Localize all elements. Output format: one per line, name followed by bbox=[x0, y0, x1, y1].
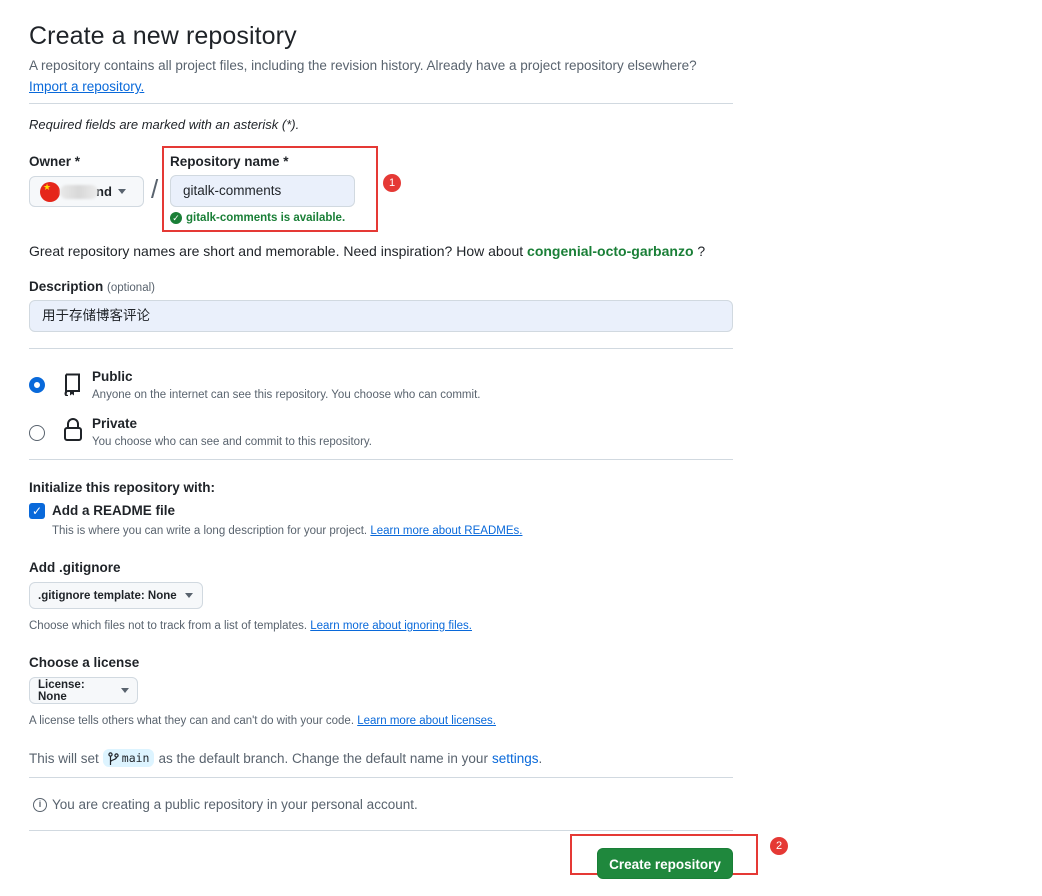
private-desc: You choose who can see and commit to thi… bbox=[92, 436, 372, 448]
license-desc-text: A license tells others what they can and… bbox=[29, 715, 355, 727]
required-fields-note: Required fields are marked with an aster… bbox=[29, 117, 300, 132]
page-title: Create a new repository bbox=[29, 22, 297, 50]
gitignore-title: Add .gitignore bbox=[29, 560, 121, 575]
branch-chip: main bbox=[102, 749, 155, 767]
owner-label: Owner * bbox=[29, 154, 81, 169]
learn-licenses-link[interactable]: Learn more about licenses. bbox=[357, 715, 496, 727]
redacted-owner-name bbox=[60, 184, 98, 199]
hint-prefix: Great repository names are short and mem… bbox=[29, 243, 524, 259]
repo-name-input[interactable]: gitalk-comments bbox=[170, 175, 355, 207]
readme-checkbox[interactable]: ✓ bbox=[29, 503, 45, 519]
divider bbox=[29, 459, 733, 460]
repo-name-label: Repository name * bbox=[170, 154, 289, 169]
optional-tag: (optional) bbox=[107, 282, 155, 294]
divider bbox=[29, 103, 733, 104]
public-title: Public bbox=[92, 369, 133, 384]
caret-down-icon bbox=[121, 688, 129, 693]
branch-middle: as the default branch. Change the defaul… bbox=[158, 750, 488, 766]
readme-desc: This is where you can write a long descr… bbox=[52, 525, 522, 537]
private-radio[interactable] bbox=[29, 425, 45, 441]
annotation-badge-2: 2 bbox=[770, 837, 788, 855]
name-suggestion: Great repository names are short and mem… bbox=[29, 243, 705, 259]
import-repository-link[interactable]: Import a repository. bbox=[29, 79, 144, 94]
info-icon: i bbox=[33, 797, 47, 812]
description-label-text: Description bbox=[29, 279, 104, 294]
gitignore-select[interactable]: .gitignore template: None bbox=[29, 582, 203, 609]
readme-desc-text: This is where you can write a long descr… bbox=[52, 525, 368, 537]
branch-prefix: This will set bbox=[29, 750, 99, 766]
owner-repo-separator: / bbox=[151, 174, 159, 204]
availability-text: gitalk-comments is available. bbox=[186, 212, 346, 224]
gitignore-select-prefix: .gitignore template: bbox=[38, 589, 145, 602]
license-select-prefix: License: bbox=[38, 678, 85, 691]
private-title: Private bbox=[92, 416, 138, 431]
description-input[interactable]: 用于存储博客评论 bbox=[29, 300, 733, 332]
git-branch-icon bbox=[108, 751, 119, 765]
info-text: You are creating a public repository in … bbox=[52, 797, 418, 812]
create-repository-button[interactable]: Create repository bbox=[597, 848, 733, 879]
branch-name: main bbox=[121, 751, 150, 765]
license-desc: A license tells others what they can and… bbox=[29, 715, 496, 727]
branch-suffix: . bbox=[538, 750, 543, 766]
owner-dropdown[interactable]: nd bbox=[29, 176, 144, 207]
divider bbox=[29, 348, 733, 349]
divider bbox=[29, 777, 733, 778]
suggested-name-link[interactable]: congenial-octo-garbanzo bbox=[527, 243, 693, 259]
settings-link[interactable]: settings bbox=[492, 751, 539, 766]
license-select[interactable]: License: None bbox=[29, 677, 138, 704]
learn-ignoring-link[interactable]: Learn more about ignoring files. bbox=[310, 620, 472, 632]
availability-message: ✓ gitalk-comments is available. bbox=[170, 212, 345, 224]
page-subtitle: A repository contains all project files,… bbox=[29, 58, 697, 73]
public-desc: Anyone on the internet can see this repo… bbox=[92, 389, 481, 401]
info-message: i You are creating a public repository i… bbox=[33, 797, 418, 812]
learn-readmes-link[interactable]: Learn more about READMEs. bbox=[370, 525, 522, 537]
lock-icon bbox=[63, 417, 83, 448]
hint-suffix: ? bbox=[697, 243, 706, 259]
readme-label: Add a README file bbox=[52, 503, 176, 518]
annotation-badge-1: 1 bbox=[383, 174, 401, 192]
gitignore-select-value: None bbox=[147, 589, 177, 602]
caret-down-icon bbox=[117, 189, 126, 194]
default-branch-note: This will set main as the default branch… bbox=[29, 749, 542, 767]
description-label: Description (optional) bbox=[29, 279, 155, 294]
license-select-value: None bbox=[38, 690, 67, 703]
gitignore-desc: Choose which files not to track from a l… bbox=[29, 620, 472, 632]
avatar bbox=[40, 181, 60, 202]
repo-icon bbox=[62, 372, 84, 401]
license-select-label: License: None bbox=[38, 679, 113, 703]
gitignore-desc-text: Choose which files not to track from a l… bbox=[29, 620, 308, 632]
gitignore-select-label: .gitignore template: None bbox=[38, 590, 177, 602]
divider bbox=[29, 830, 733, 831]
public-radio[interactable] bbox=[29, 377, 45, 393]
owner-name: nd bbox=[96, 184, 112, 199]
caret-down-icon bbox=[184, 593, 193, 598]
license-title: Choose a license bbox=[29, 655, 140, 670]
initialize-title: Initialize this repository with: bbox=[29, 480, 216, 495]
check-circle-icon: ✓ bbox=[170, 212, 182, 224]
